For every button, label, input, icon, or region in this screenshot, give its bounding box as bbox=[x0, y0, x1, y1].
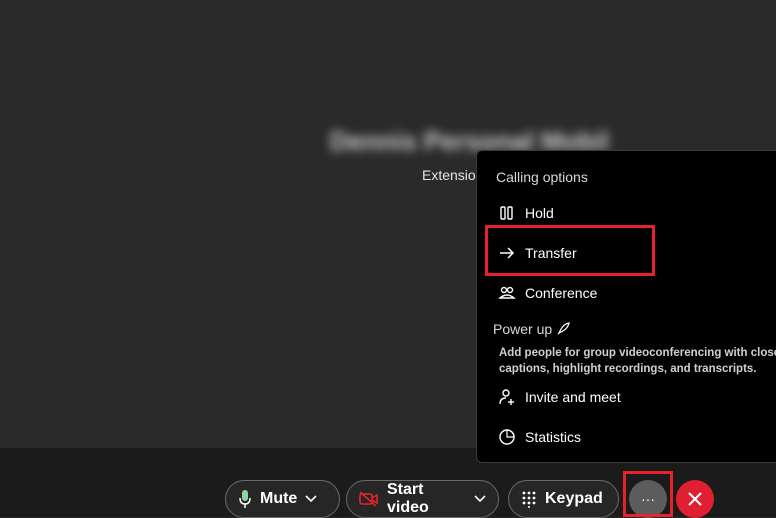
menu-item-hold[interactable]: Hold bbox=[477, 195, 776, 231]
people-icon bbox=[498, 286, 516, 299]
power-up-description: Add people for group videoconferencing w… bbox=[499, 345, 776, 377]
start-video-button[interactable]: Start video bbox=[346, 480, 499, 518]
menu-item-label: Conference bbox=[525, 285, 598, 301]
menu-heading: Calling options bbox=[496, 169, 588, 185]
calling-options-menu: Calling options Hold Transfer Conference… bbox=[476, 150, 776, 463]
statistics-icon bbox=[499, 429, 515, 445]
power-up-label: Power up bbox=[493, 321, 553, 337]
power-up-heading: Power up bbox=[493, 321, 570, 337]
person-add-icon bbox=[499, 389, 514, 405]
keypad-button[interactable]: Keypad bbox=[508, 480, 619, 518]
arrow-right-icon bbox=[500, 247, 515, 259]
close-icon bbox=[688, 492, 702, 506]
chevron-down-icon[interactable] bbox=[305, 495, 317, 503]
menu-item-label: Transfer bbox=[525, 245, 577, 261]
menu-item-transfer[interactable]: Transfer bbox=[477, 235, 776, 271]
menu-item-label: Invite and meet bbox=[525, 389, 621, 405]
end-call-button[interactable] bbox=[676, 480, 714, 518]
chevron-down-icon[interactable] bbox=[474, 495, 486, 503]
menu-item-statistics[interactable]: Statistics bbox=[477, 419, 776, 455]
menu-item-invite-and-meet[interactable]: Invite and meet bbox=[477, 379, 776, 415]
mute-button[interactable]: Mute bbox=[225, 480, 340, 518]
start-video-label: Start video bbox=[387, 481, 429, 516]
keypad-icon bbox=[522, 491, 536, 508]
keypad-label: Keypad bbox=[545, 490, 603, 507]
rocket-icon bbox=[557, 322, 570, 335]
menu-item-label: Statistics bbox=[525, 429, 582, 445]
mute-label: Mute bbox=[260, 490, 298, 507]
pause-icon bbox=[500, 206, 513, 220]
menu-item-label: Hold bbox=[525, 205, 554, 221]
more-options-button[interactable]: ··· bbox=[629, 480, 667, 518]
power-up-desc-line: captions, highlight recordings, and tran… bbox=[499, 363, 757, 375]
microphone-icon bbox=[239, 490, 251, 508]
video-off-icon bbox=[359, 491, 378, 507]
menu-item-conference[interactable]: Conference bbox=[477, 275, 776, 311]
power-up-desc-line: Add people for group videoconferencing w… bbox=[499, 347, 776, 359]
caller-extension-label: Extension bbox=[422, 167, 484, 183]
more-options-icon: ··· bbox=[641, 491, 655, 507]
